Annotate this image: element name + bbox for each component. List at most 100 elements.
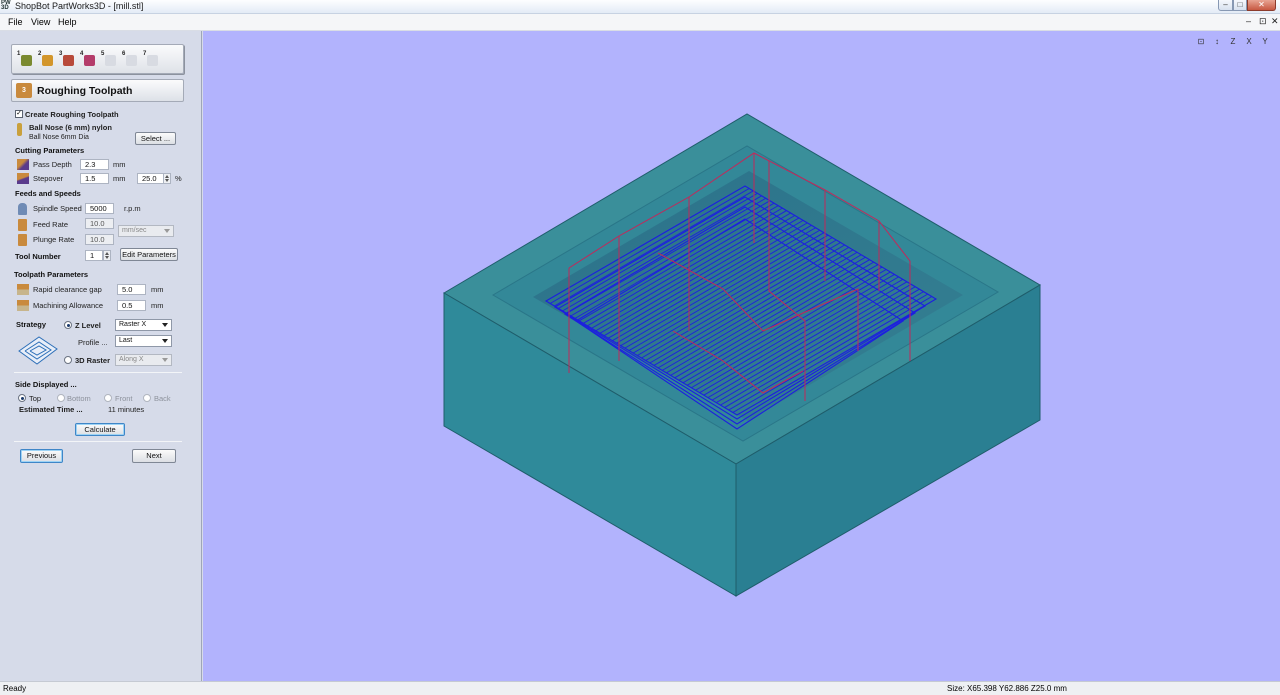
chevron-down-icon	[162, 339, 168, 343]
step-3-button[interactable]: 3	[59, 51, 77, 69]
next-button[interactable]: Next	[132, 449, 176, 463]
step-2-icon	[42, 55, 53, 66]
previous-button[interactable]: Previous	[20, 449, 63, 463]
divider	[14, 372, 182, 373]
raster3d-radio[interactable]	[64, 356, 72, 364]
machining-allowance-icon	[17, 300, 29, 311]
side-top-label: Top	[29, 394, 42, 403]
side-bottom-label: Bottom	[67, 394, 91, 403]
estimated-time-value: 11 minutes	[108, 405, 145, 414]
pass-depth-unit: mm	[113, 160, 126, 169]
side-back-radio[interactable]	[143, 394, 151, 402]
zlevel-strategy-dropdown[interactable]: Raster X	[115, 319, 172, 331]
strategy-label: Strategy	[16, 320, 47, 329]
stepover-icon	[17, 173, 29, 184]
feed-rate-input[interactable]: 10.0	[85, 218, 114, 229]
chevron-down-icon	[162, 323, 168, 327]
step-1-icon	[21, 55, 32, 66]
step-7-icon	[147, 55, 158, 66]
toolpath-panel: 1 2 3 4 5 6 7 3 Roughing Toolpath ✓ Crea…	[0, 31, 202, 681]
profile-label: Profile ...	[78, 338, 108, 347]
stepover-percent-input[interactable]: 25.0	[137, 173, 164, 184]
strategy-preview-icon	[18, 336, 58, 365]
tool-number-input[interactable]: 1	[85, 250, 103, 261]
menu-bar: File View Help – ⊡ ✕	[0, 14, 1280, 31]
menu-file[interactable]: File	[8, 17, 23, 27]
select-tool-button[interactable]: Select ...	[135, 132, 176, 145]
create-toolpath-label: Create Roughing Toolpath	[25, 110, 119, 119]
maximize-button[interactable]: □	[1233, 0, 1247, 11]
part-model	[443, 113, 1041, 597]
step-6-icon	[126, 55, 137, 66]
step-toolbar: 1 2 3 4 5 6 7	[11, 44, 184, 74]
status-bar: Ready Size: X65.398 Y62.886 Z25.0 mm	[0, 681, 1280, 695]
step-5-button[interactable]: 5	[101, 51, 119, 69]
profile-dropdown[interactable]: Last	[115, 335, 172, 347]
status-text: Ready	[3, 684, 27, 693]
pass-depth-input[interactable]: 2.3	[80, 159, 109, 170]
rate-units-dropdown[interactable]: mm/sec	[118, 225, 174, 237]
spindle-speed-label: Spindle Speed	[33, 204, 82, 213]
side-top-radio[interactable]	[18, 394, 26, 402]
feed-rate-icon	[18, 219, 27, 231]
3d-viewport[interactable]: ⊡ ↕ Z X Y	[203, 31, 1280, 681]
window-title: ShopBot PartWorks3D - [mill.stl]	[15, 1, 144, 11]
cutting-parameters-header: Cutting Parameters	[15, 146, 85, 155]
spindle-icon	[18, 203, 27, 215]
mdi-restore-button[interactable]: ⊡	[1259, 16, 1267, 27]
tool-name: Ball Nose (6 mm) nylon	[29, 123, 112, 132]
side-bottom-radio[interactable]	[57, 394, 65, 402]
step-5-icon	[105, 55, 116, 66]
rapid-clearance-input[interactable]: 5.0	[117, 284, 146, 295]
machining-allowance-unit: mm	[151, 301, 164, 310]
calculate-button[interactable]: Calculate	[75, 423, 125, 436]
title-bar: PW 3D ShopBot PartWorks3D - [mill.stl] –…	[0, 0, 1280, 14]
create-toolpath-checkbox[interactable]: ✓	[15, 110, 23, 118]
stepover-label: Stepover	[33, 174, 64, 183]
rapid-clearance-unit: mm	[151, 285, 164, 294]
mdi-close-button[interactable]: ✕	[1271, 16, 1279, 27]
menu-help[interactable]: Help	[58, 17, 77, 27]
plunge-rate-icon	[18, 234, 27, 246]
side-displayed-header: Side Displayed ...	[15, 380, 77, 389]
spindle-unit: r.p.m	[124, 204, 141, 213]
chevron-down-icon	[162, 358, 168, 362]
machining-allowance-label: Machining Allowance	[33, 301, 104, 310]
machining-allowance-input[interactable]: 0.5	[117, 300, 146, 311]
side-front-label: Front	[115, 394, 133, 403]
edit-parameters-button[interactable]: Edit Parameters	[120, 248, 178, 261]
stepover-spinner[interactable]	[163, 173, 171, 184]
step-4-icon	[84, 55, 95, 66]
menu-view[interactable]: View	[31, 17, 50, 27]
rapid-clearance-label: Rapid clearance gap	[33, 285, 102, 294]
plunge-rate-label: Plunge Rate	[33, 235, 75, 244]
step-2-button[interactable]: 2	[38, 51, 56, 69]
stepover-input[interactable]: 1.5	[80, 173, 109, 184]
step-3-icon	[63, 55, 74, 66]
feed-rate-label: Feed Rate	[33, 220, 69, 229]
step-6-button[interactable]: 6	[122, 51, 140, 69]
close-button[interactable]: ✕	[1247, 0, 1276, 11]
step-7-button[interactable]: 7	[143, 51, 161, 69]
side-front-radio[interactable]	[104, 394, 112, 402]
roughing-step-icon: 3	[16, 83, 32, 98]
step-title: Roughing Toolpath	[37, 85, 133, 97]
mdi-minimize-button[interactable]: –	[1246, 16, 1251, 26]
rapid-clearance-icon	[17, 284, 29, 295]
plunge-rate-input[interactable]: 10.0	[85, 234, 114, 245]
chevron-down-icon	[164, 229, 170, 233]
tool-description: Ball Nose 6mm Dia	[29, 134, 89, 141]
feeds-speeds-header: Feeds and Speeds	[15, 189, 81, 198]
app-icon: PW 3D	[1, 0, 11, 11]
minimize-button[interactable]: –	[1218, 0, 1233, 11]
raster3d-dropdown[interactable]: Along X	[115, 354, 172, 366]
zlevel-radio[interactable]	[64, 321, 72, 329]
tool-number-spinner[interactable]	[103, 250, 111, 261]
tool-number-label: Tool Number	[15, 252, 61, 261]
side-back-label: Back	[154, 394, 171, 403]
step-1-button[interactable]: 1	[17, 51, 35, 69]
ball-nose-tool-icon	[17, 123, 22, 136]
step-4-button[interactable]: 4	[80, 51, 98, 69]
step-header: 3 Roughing Toolpath	[11, 79, 184, 102]
spindle-speed-input[interactable]: 5000	[85, 203, 114, 214]
